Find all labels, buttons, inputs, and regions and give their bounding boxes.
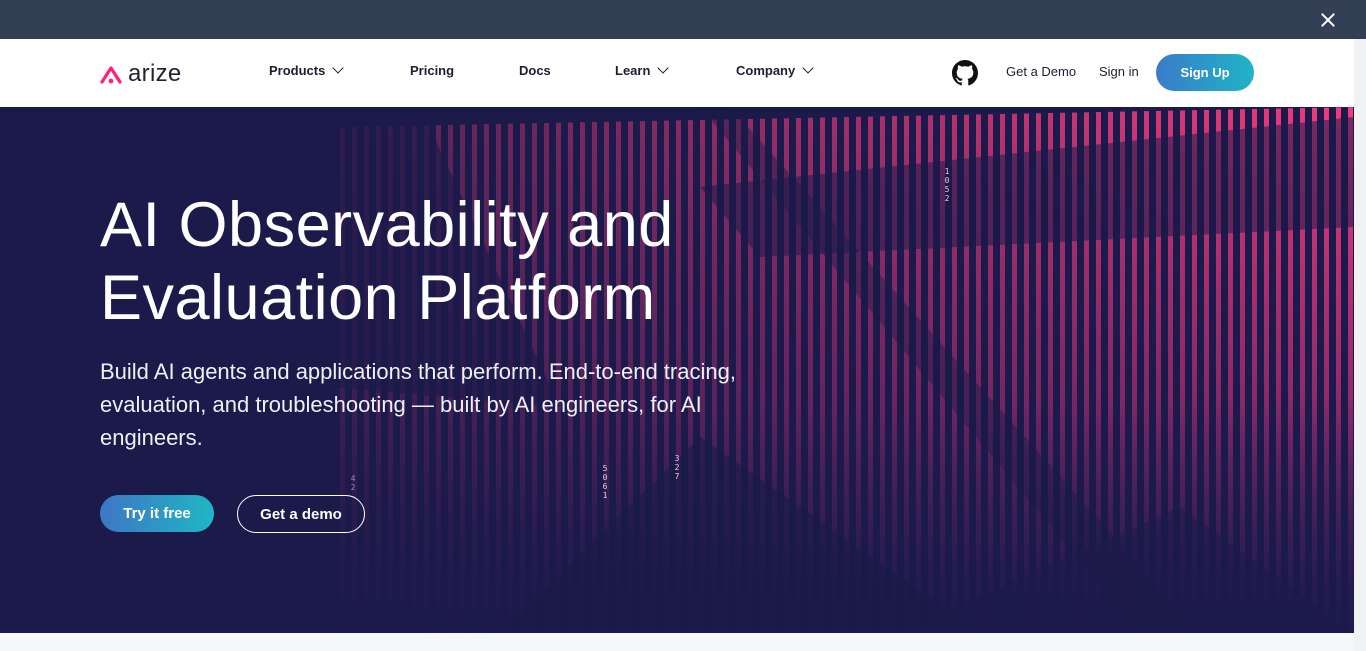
nav-products-label: Products <box>269 63 326 78</box>
digit-column: 5061 <box>602 464 608 500</box>
digit-column: 42 <box>350 474 356 492</box>
scrollbar[interactable] <box>1354 39 1366 651</box>
nav-pricing-label: Pricing <box>410 63 455 78</box>
top-navigation: arize Products Pricing Docs Learn Compan… <box>0 39 1354 107</box>
get-demo-link[interactable]: Get a Demo <box>1006 64 1076 79</box>
close-icon[interactable] <box>1320 12 1336 28</box>
hero-section: 1052 5061 327 42 AI Observability and Ev… <box>0 107 1354 633</box>
nav-company[interactable]: Company <box>736 62 814 78</box>
digit-column: 1052 <box>944 167 950 203</box>
logo[interactable]: arize <box>100 60 182 87</box>
hero-title-line-2: Evaluation Platform <box>100 263 656 333</box>
nav-learn[interactable]: Learn <box>615 62 670 78</box>
nav-products[interactable]: Products <box>269 62 345 78</box>
nav-docs-label: Docs <box>519 63 551 78</box>
digit-column: 327 <box>674 454 680 481</box>
hero-title: AI Observability and Evaluation Platform <box>100 189 740 335</box>
arize-logo-icon <box>100 66 122 84</box>
logo-text: arize <box>128 60 182 87</box>
chevron-down-icon <box>802 62 814 74</box>
sign-in-link[interactable]: Sign in <box>1099 64 1139 79</box>
sign-up-button[interactable]: Sign Up <box>1156 54 1254 91</box>
page-below-fold <box>0 633 1354 651</box>
hero-title-line-1: AI Observability and <box>100 190 674 260</box>
get-a-demo-button[interactable]: Get a demo <box>237 495 365 533</box>
nav-company-label: Company <box>736 63 796 78</box>
nav-docs[interactable]: Docs <box>519 63 551 78</box>
hero-subtitle: Build AI agents and applications that pe… <box>100 359 736 450</box>
announcement-bar <box>0 0 1366 39</box>
nav-learn-label: Learn <box>615 63 651 78</box>
chevron-down-icon <box>332 62 345 74</box>
try-it-free-button[interactable]: Try it free <box>100 495 214 532</box>
nav-pricing[interactable]: Pricing <box>410 63 454 78</box>
github-icon[interactable] <box>952 60 978 86</box>
chevron-down-icon <box>657 62 670 74</box>
